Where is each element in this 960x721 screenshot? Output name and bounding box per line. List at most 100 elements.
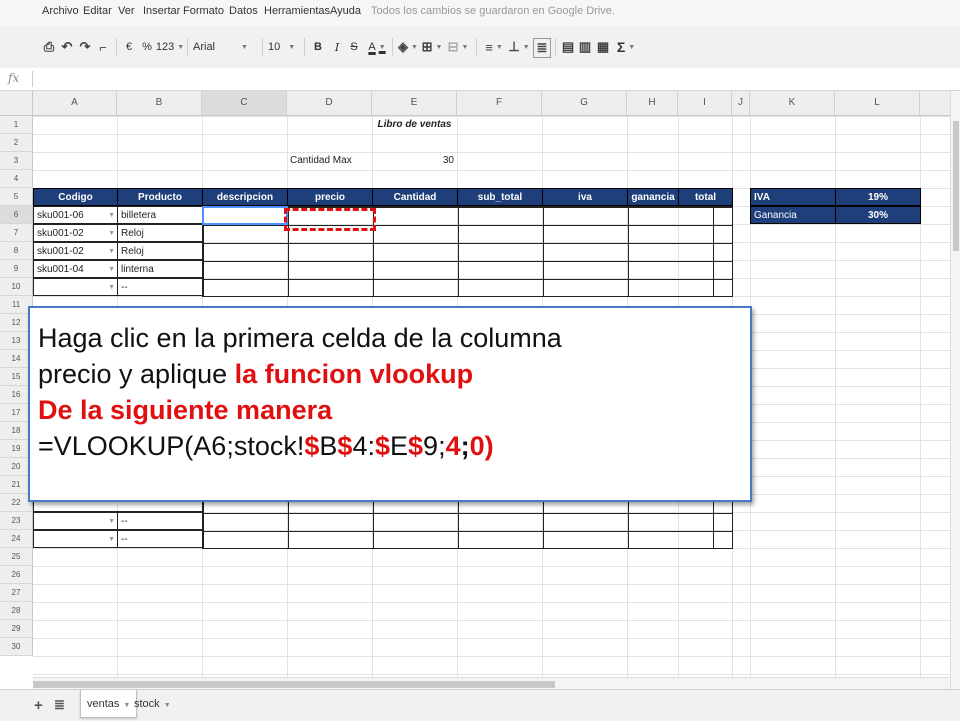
- col-header-b[interactable]: B: [117, 91, 202, 115]
- cell-producto[interactable]: Reloj: [117, 242, 203, 260]
- font-size-select[interactable]: 10 ▼: [268, 38, 298, 56]
- horizontal-scroll-thumb[interactable]: [33, 681, 555, 688]
- row-header[interactable]: 29: [0, 620, 33, 638]
- row-header[interactable]: 23: [0, 512, 33, 530]
- bold-button[interactable]: B: [312, 38, 324, 56]
- vertical-scroll-thumb[interactable]: [953, 121, 959, 251]
- header-iva[interactable]: iva: [542, 188, 628, 206]
- filter-icon[interactable]: ▦: [596, 38, 610, 56]
- row-header[interactable]: 30: [0, 638, 33, 656]
- fill-color-icon[interactable]: ◈ ▼: [398, 38, 418, 56]
- row-header[interactable]: 26: [0, 566, 33, 584]
- row-header[interactable]: 25: [0, 548, 33, 566]
- undo-icon[interactable]: ↶: [60, 38, 74, 56]
- sheet-title[interactable]: Libro de ventas: [287, 116, 542, 134]
- col-header-e[interactable]: E: [372, 91, 457, 115]
- currency-button[interactable]: €: [122, 38, 136, 56]
- comment-icon[interactable]: ▤: [561, 38, 575, 56]
- col-header-j[interactable]: J: [732, 91, 750, 115]
- row-header[interactable]: 7: [0, 224, 33, 242]
- col-header-g[interactable]: G: [542, 91, 627, 115]
- valign-icon[interactable]: ⊥ ▼: [508, 38, 529, 56]
- col-header-l[interactable]: L: [835, 91, 920, 115]
- menu-archivo[interactable]: Archivo: [42, 5, 79, 17]
- menu-insertar[interactable]: Insertar: [143, 5, 180, 17]
- table-row[interactable]: ▼: [33, 278, 118, 296]
- row-header[interactable]: 9: [0, 260, 33, 278]
- side-value-iva[interactable]: 19%: [835, 188, 921, 206]
- row-header[interactable]: 27: [0, 584, 33, 602]
- row-header[interactable]: 28: [0, 602, 33, 620]
- side-label-iva[interactable]: IVA: [750, 188, 836, 206]
- sheet-list-icon[interactable]: ≣: [54, 697, 65, 713]
- header-ganancia[interactable]: ganancia: [627, 188, 679, 206]
- paint-format-icon[interactable]: ⌐: [96, 38, 110, 56]
- percent-button[interactable]: %: [141, 38, 153, 56]
- cell-codigo: sku001-04: [37, 264, 84, 275]
- menu-formato[interactable]: Formato: [183, 5, 224, 17]
- row-header[interactable]: 8: [0, 242, 33, 260]
- italic-button[interactable]: I: [331, 38, 343, 56]
- col-header-k[interactable]: K: [750, 91, 835, 115]
- cell-producto[interactable]: Reloj: [117, 224, 203, 242]
- strikethrough-button[interactable]: S: [348, 38, 360, 56]
- chart-icon[interactable]: ▥: [578, 38, 592, 56]
- table-row[interactable]: sku001-06 ▼: [33, 206, 118, 224]
- row-header[interactable]: 24: [0, 530, 33, 548]
- menu-herramientas[interactable]: Herramientas: [264, 5, 330, 17]
- side-value-ganancia[interactable]: 30%: [835, 206, 921, 224]
- table-row[interactable]: sku001-02 ▼: [33, 242, 118, 260]
- cell-producto[interactable]: --: [117, 512, 203, 530]
- vertical-scrollbar[interactable]: [950, 91, 960, 689]
- cantidad-max-value[interactable]: 30: [372, 152, 457, 170]
- row-header[interactable]: 2: [0, 134, 33, 152]
- header-total[interactable]: total: [678, 188, 733, 206]
- select-all-corner[interactable]: [0, 91, 33, 115]
- col-header-d[interactable]: D: [287, 91, 372, 115]
- table-row[interactable]: sku001-04 ▼: [33, 260, 118, 278]
- table-row[interactable]: ▼: [33, 512, 118, 530]
- wrap-text-icon[interactable]: ≣: [533, 38, 551, 58]
- table-row[interactable]: sku001-02 ▼: [33, 224, 118, 242]
- header-precio[interactable]: precio: [287, 188, 373, 206]
- row-header[interactable]: 1: [0, 116, 33, 134]
- redo-icon[interactable]: ↷: [78, 38, 92, 56]
- col-header-i[interactable]: I: [678, 91, 732, 115]
- merge-icon[interactable]: ⊟ ▼: [448, 38, 469, 56]
- cell-producto[interactable]: --: [117, 278, 203, 296]
- row-header[interactable]: 10: [0, 278, 33, 296]
- row-header[interactable]: 3: [0, 152, 33, 170]
- row-header[interactable]: 5: [0, 188, 33, 206]
- header-sub-total[interactable]: sub_total: [457, 188, 543, 206]
- borders-icon[interactable]: ⊞ ▼: [422, 38, 443, 56]
- text-color-button[interactable]: A ▼: [366, 38, 388, 56]
- cantidad-max-label[interactable]: Cantidad Max: [287, 152, 372, 170]
- menu-ver[interactable]: Ver: [118, 5, 135, 17]
- cell-producto[interactable]: billetera: [117, 206, 203, 224]
- table-row[interactable]: ▼: [33, 530, 118, 548]
- print-icon[interactable]: ⎙: [42, 38, 56, 56]
- col-header-c[interactable]: C: [202, 91, 287, 115]
- align-icon[interactable]: ≡ ▼: [484, 38, 504, 56]
- row-header[interactable]: 6: [0, 206, 33, 224]
- cell-producto[interactable]: --: [117, 530, 203, 548]
- col-header-f[interactable]: F: [457, 91, 542, 115]
- header-cantidad[interactable]: Cantidad: [372, 188, 458, 206]
- header-codigo[interactable]: Codigo: [33, 188, 118, 206]
- font-select[interactable]: Arial ▼: [193, 38, 253, 56]
- side-label-ganancia[interactable]: Ganancia: [750, 206, 836, 224]
- row-header[interactable]: 4: [0, 170, 33, 188]
- functions-button[interactable]: Σ ▼: [615, 38, 637, 56]
- tab-stock[interactable]: stock ▼: [128, 690, 177, 718]
- cell-producto[interactable]: linterna: [117, 260, 203, 278]
- col-header-a[interactable]: A: [33, 91, 117, 115]
- header-descripcion[interactable]: descripcion: [202, 188, 288, 206]
- number-format-button[interactable]: 123 ▼: [156, 38, 184, 56]
- menu-ayuda[interactable]: Ayuda: [330, 5, 361, 17]
- header-producto[interactable]: Producto: [117, 188, 203, 206]
- menu-editar[interactable]: Editar: [83, 5, 112, 17]
- add-sheet-icon[interactable]: +: [34, 697, 43, 714]
- col-header-h[interactable]: H: [627, 91, 678, 115]
- menu-datos[interactable]: Datos: [229, 5, 258, 17]
- active-cell[interactable]: [202, 206, 288, 225]
